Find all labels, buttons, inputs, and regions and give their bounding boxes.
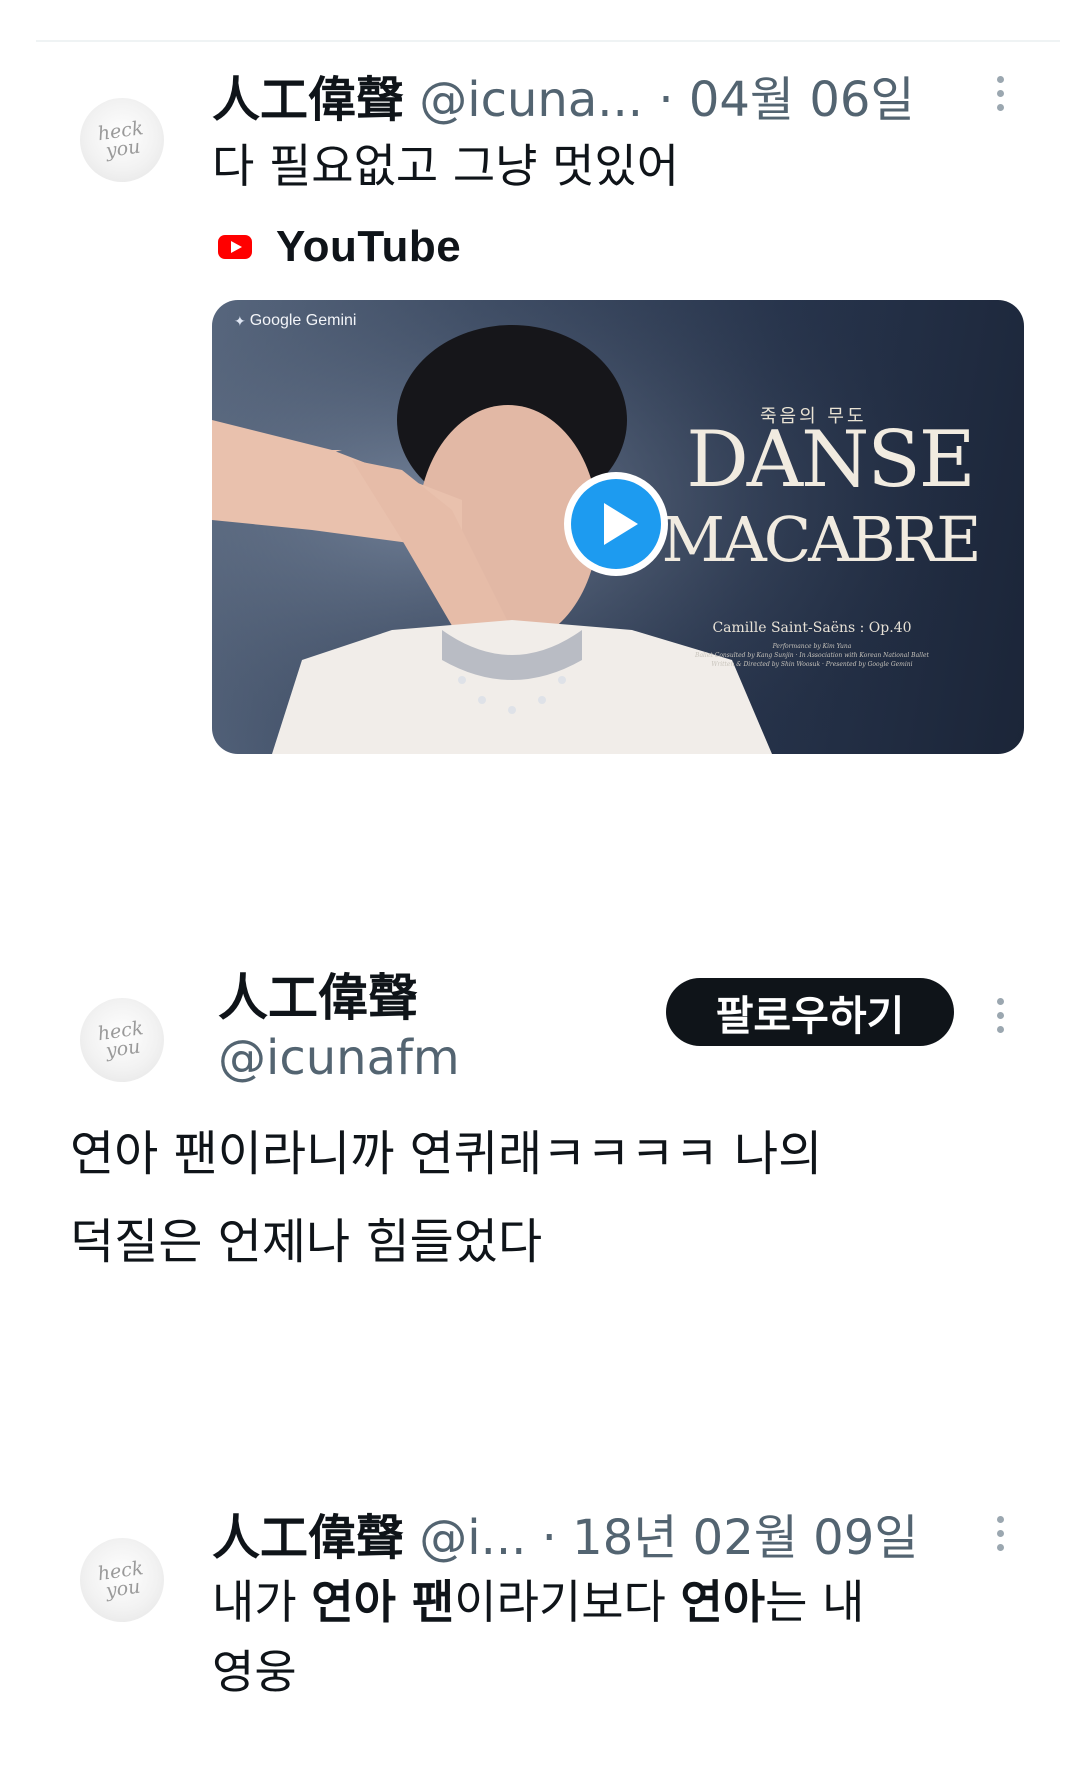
- link-source[interactable]: YouTube: [218, 222, 461, 272]
- timestamp[interactable]: · 18년 02월 09일: [542, 1510, 919, 1566]
- more-icon[interactable]: [996, 1516, 1004, 1551]
- avatar[interactable]: heck you: [80, 1538, 164, 1622]
- display-name[interactable]: 人工偉聲: [218, 958, 418, 1030]
- video-credits: Performance by Kim Yuna Ballet Consulted…: [652, 642, 972, 669]
- text-segment-bold: 연아: [680, 1575, 766, 1629]
- play-icon: [571, 479, 661, 569]
- top-divider: [36, 40, 1060, 42]
- credit-line: Ballet Consulted by Kang Sunjin · In Ass…: [695, 652, 929, 659]
- text-segment: 이라기보다: [454, 1575, 681, 1629]
- video-composer: Camille Saint-Saëns : Op.40: [712, 620, 912, 636]
- handle[interactable]: @icuna...: [419, 72, 643, 128]
- text-segment: 내가: [212, 1575, 312, 1629]
- video-thumbnail[interactable]: ✦ Google Gemini 죽음의 무도 DANSE MACABRE Cam…: [212, 300, 1024, 754]
- avatar-logo: heck you: [96, 1017, 145, 1063]
- avatar[interactable]: heck you: [80, 998, 164, 1082]
- more-icon[interactable]: [996, 998, 1004, 1033]
- gemini-badge: ✦ Google Gemini: [234, 312, 356, 330]
- timestamp[interactable]: · 04월 06일: [658, 72, 914, 128]
- credit-line: Written & Directed by Shin Woosuk · Pres…: [711, 661, 913, 668]
- more-icon[interactable]: [996, 76, 1004, 111]
- handle[interactable]: @icunafm: [218, 1030, 460, 1086]
- avatar[interactable]: heck you: [80, 98, 164, 182]
- avatar-logo: heck you: [96, 1557, 145, 1603]
- display-name[interactable]: 人工偉聲: [212, 1510, 404, 1566]
- handle[interactable]: @i...: [419, 1510, 526, 1566]
- youtube-logo-icon: [218, 235, 252, 259]
- gemini-star-icon: ✦: [234, 312, 246, 329]
- text-segment: 는 내: [765, 1575, 865, 1629]
- display-name[interactable]: 人工偉聲: [212, 72, 404, 128]
- gemini-badge-label: Google Gemini: [249, 312, 357, 329]
- avatar-logo: heck you: [96, 117, 145, 163]
- tweet-text-line: 연아 팬이라니까 연퀴래ㅋㅋㅋㅋ 나의: [70, 1126, 823, 1182]
- tweet-header: 人工偉聲 @icuna... · 04월 06일: [212, 60, 915, 130]
- follow-button[interactable]: 팔로우하기: [666, 978, 954, 1046]
- video-title-line1: DANSE: [686, 415, 976, 505]
- video-title-line2: MACABRE: [661, 503, 982, 576]
- play-button[interactable]: [564, 472, 668, 576]
- credit-line: Performance by Kim Yuna: [772, 643, 852, 650]
- tweet-text-line: 영웅: [212, 1645, 297, 1699]
- link-source-label: YouTube: [276, 222, 462, 271]
- text-segment-bold: 연아 팬: [311, 1575, 455, 1629]
- tweet-text-line: 내가 연아 팬이라기보다 연아는 내: [212, 1566, 864, 1632]
- tweet-text: 다 필요없고 그냥 멋있어: [212, 139, 680, 193]
- tweet-text-line: 덕질은 언제나 힘들었다: [70, 1214, 543, 1270]
- tweet-header: 人工偉聲 @i... · 18년 02월 09일: [212, 1498, 918, 1568]
